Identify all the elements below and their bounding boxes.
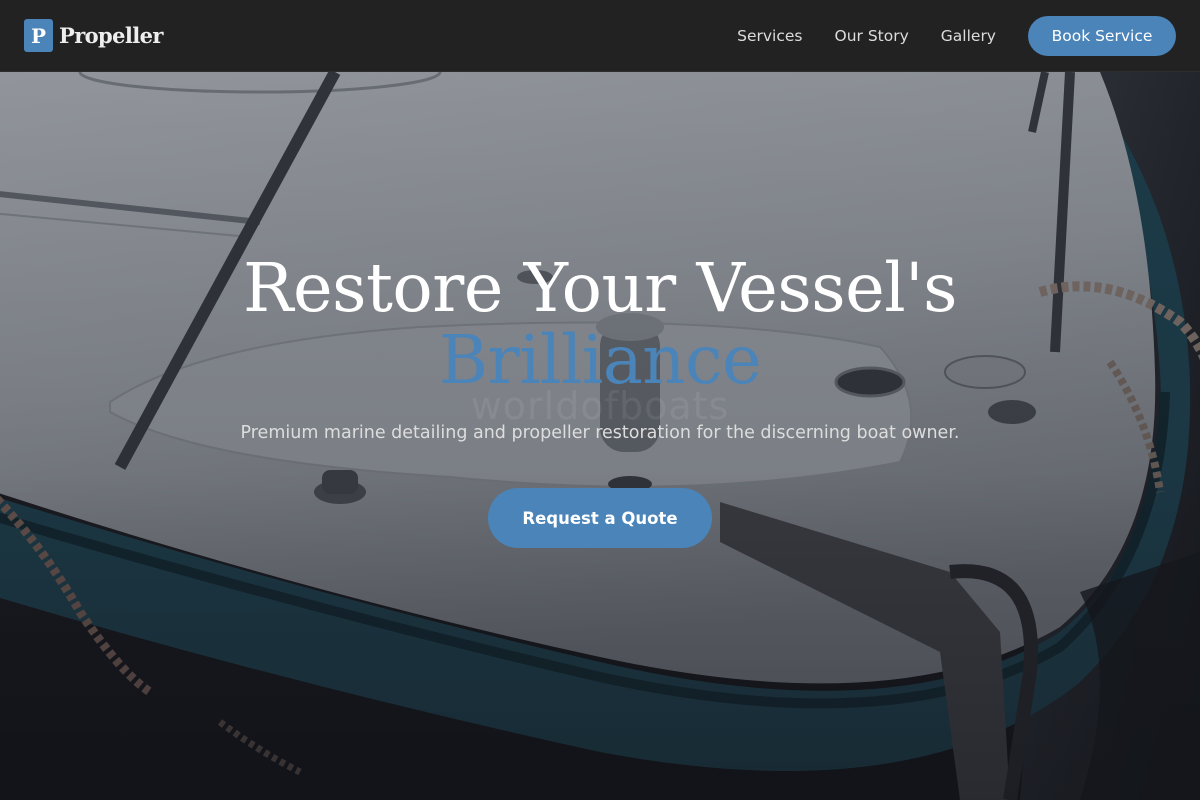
brand-name: Propeller [59, 23, 163, 48]
nav-link-our-story[interactable]: Our Story [835, 27, 909, 45]
hero-title-line-1: Restore Your Vessel's [243, 249, 957, 327]
hero-subtitle: Premium marine detailing and propeller r… [240, 423, 960, 443]
hero-section: Restore Your Vessel's Brilliance worldof… [0, 72, 1200, 800]
navbar: P Propeller Services Our Story Gallery B… [0, 0, 1200, 72]
logo-icon: P [24, 19, 53, 52]
request-quote-button[interactable]: Request a Quote [488, 488, 712, 548]
hero-title: Restore Your Vessel's Brilliance [0, 252, 1200, 396]
image-watermark: worldofboats [470, 384, 730, 428]
nav-links: Services Our Story Gallery Book Service [737, 15, 1176, 56]
hero-content: Restore Your Vessel's Brilliance worldof… [0, 72, 1200, 800]
nav-link-services[interactable]: Services [737, 27, 802, 45]
nav-link-gallery[interactable]: Gallery [941, 27, 996, 45]
book-service-button[interactable]: Book Service [1028, 15, 1176, 56]
brand-logo[interactable]: P Propeller [24, 19, 163, 52]
